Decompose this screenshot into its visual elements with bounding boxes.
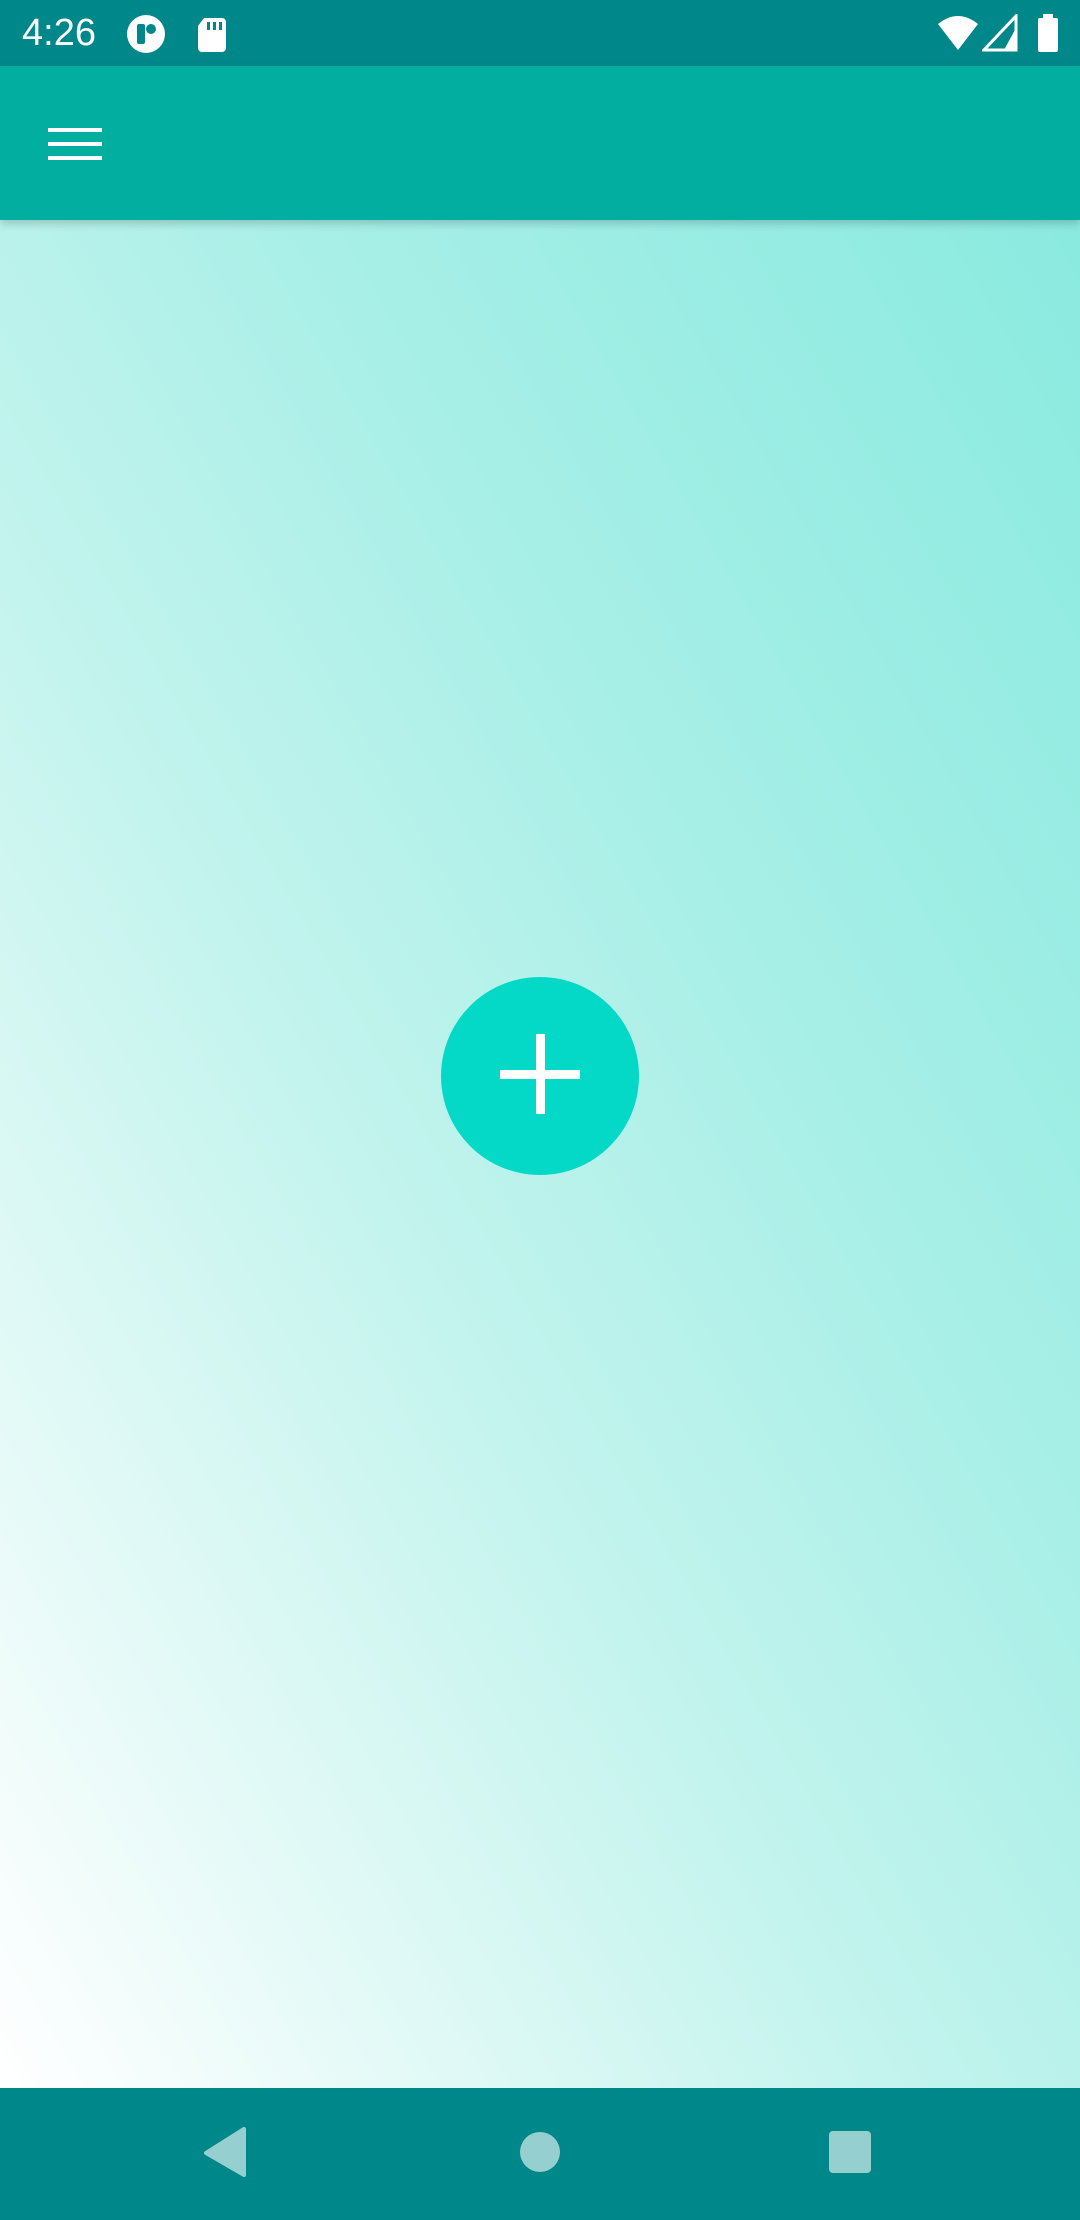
home-icon [519,2131,561,2178]
battery-icon [1036,14,1076,54]
wifi-icon [936,14,978,54]
screen: 4:26 [0,0,1080,2220]
app-notification-icon [126,14,166,54]
nav-bar [0,2088,1080,2220]
sd-card-icon [192,14,232,54]
add-button[interactable] [441,977,639,1175]
recents-button[interactable] [810,2114,890,2194]
back-icon [202,2126,250,2182]
hamburger-menu-icon [48,124,102,169]
cell-signal-icon [980,12,1022,54]
home-button[interactable] [500,2114,580,2194]
app-bar [0,66,1080,220]
hamburger-menu-button[interactable] [30,106,120,186]
status-time: 4:26 [22,12,96,54]
back-button[interactable] [186,2114,266,2194]
status-bar: 4:26 [0,0,1080,66]
content-area [0,220,1080,2088]
recents-icon [829,2130,871,2178]
plus-icon [500,1033,580,1119]
